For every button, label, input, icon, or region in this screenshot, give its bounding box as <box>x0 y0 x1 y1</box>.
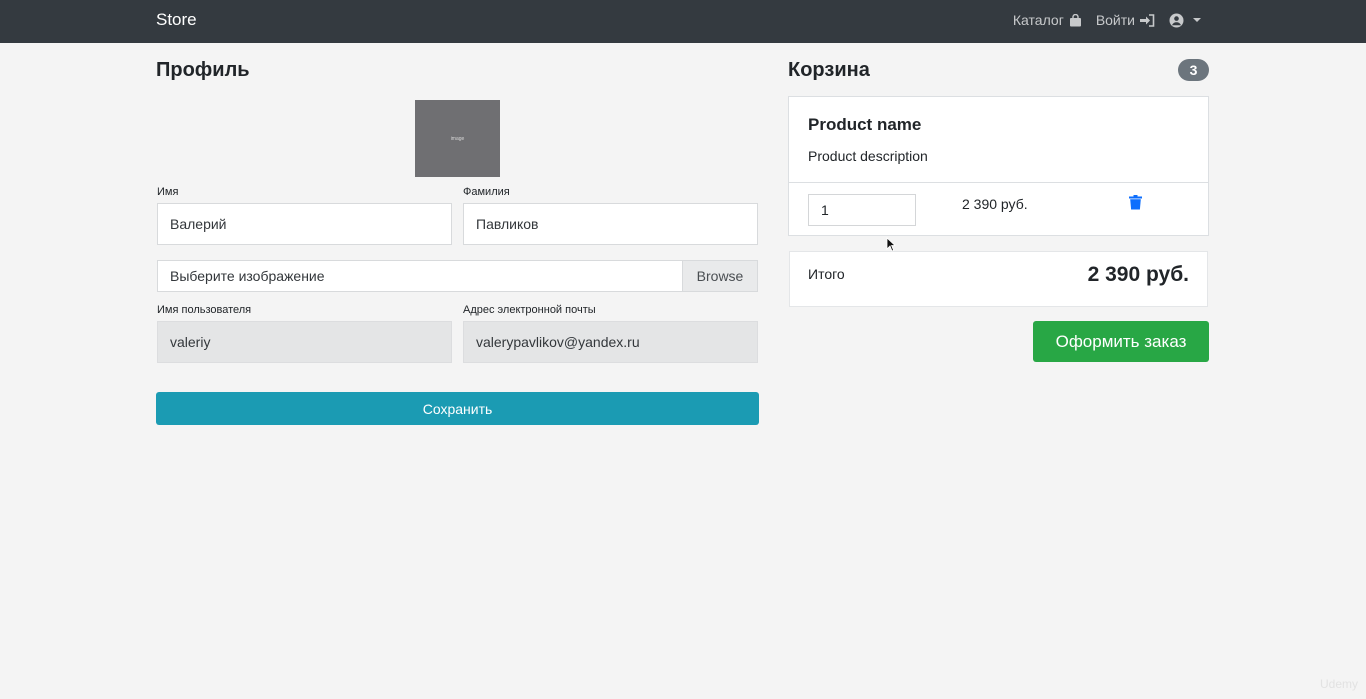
browse-button[interactable]: Browse <box>682 261 757 291</box>
chevron-down-icon <box>1193 18 1201 22</box>
last-name-label: Фамилия <box>463 186 510 198</box>
cart-title: Корзина <box>788 59 870 81</box>
email-field[interactable]: valerypavlikov@yandex.ru <box>463 321 758 363</box>
catalog-label: Каталог <box>1012 12 1064 28</box>
cart-item-body: Product name Product description <box>789 97 1208 183</box>
image-file-input[interactable]: Выберите изображение Browse <box>157 260 758 292</box>
navbar: Store Каталог Войти <box>0 0 1366 43</box>
email-label: Адрес электронной почты <box>463 304 596 316</box>
username-field[interactable]: valeriy <box>157 321 452 363</box>
user-menu[interactable] <box>1169 13 1201 28</box>
catalog-link[interactable]: Каталог <box>1013 12 1082 28</box>
last-name-field[interactable]: Павликов <box>463 203 758 245</box>
trash-icon[interactable] <box>1129 195 1142 210</box>
total-label: Итого <box>808 266 845 282</box>
total-value: 2 390 руб. <box>1087 263 1189 286</box>
watermark: Udemy <box>1319 677 1358 691</box>
first-name-field[interactable]: Валерий <box>157 203 452 245</box>
first-name-label: Имя <box>157 186 179 198</box>
file-input-placeholder[interactable]: Выберите изображение <box>158 261 682 291</box>
user-circle-icon <box>1169 13 1184 27</box>
checkout-button[interactable]: Оформить заказ <box>1033 321 1209 362</box>
mouse-cursor-icon <box>886 237 896 252</box>
shopping-bag-icon <box>1069 13 1081 26</box>
login-link[interactable]: Войти <box>1096 12 1155 28</box>
product-name: Product name <box>808 115 922 134</box>
cart-totals: Итого 2 390 руб. <box>789 251 1208 307</box>
save-button[interactable]: Сохранить <box>156 392 759 425</box>
login-label: Войти <box>1095 12 1135 28</box>
cart-item-card: Product name Product description 1 2 390… <box>788 96 1209 236</box>
product-price: 2 390 руб. <box>962 196 1028 212</box>
product-description: Product description <box>808 148 928 164</box>
brand-link[interactable]: Store <box>156 10 197 30</box>
avatar: image <box>415 100 500 177</box>
profile-title: Профиль <box>156 59 250 81</box>
quantity-input[interactable]: 1 <box>808 194 916 226</box>
sign-in-icon <box>1140 13 1155 27</box>
avatar-placeholder-text: image <box>450 135 465 142</box>
navbar-right: Каталог Войти <box>1013 12 1201 28</box>
username-label: Имя пользователя <box>157 304 252 316</box>
cart-count-badge: 3 <box>1178 59 1209 81</box>
